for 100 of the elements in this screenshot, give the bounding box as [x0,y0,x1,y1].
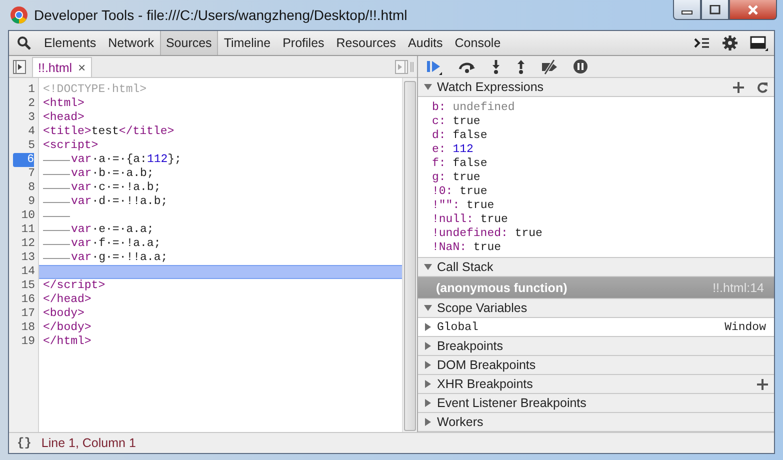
expand-triangle-icon[interactable] [424,361,432,369]
breakpoint-line-number[interactable]: 6 [13,153,34,167]
expand-triangle-icon[interactable] [424,323,432,331]
scrollbar-thumb[interactable] [404,81,416,431]
panel-tab[interactable]: Sources [160,31,218,55]
collapse-triangle-icon[interactable] [424,263,432,271]
section-title: Workers [437,415,484,429]
dock-icon[interactable] [750,35,768,51]
section-title: DOM Breakpoints [437,358,537,372]
line-number[interactable]: 7 [9,167,38,181]
line-number[interactable]: 2 [9,97,38,111]
section-title: Call Stack [437,260,494,274]
add-icon[interactable] [757,378,768,390]
deactivate-breakpoints-icon[interactable] [541,58,558,74]
step-into-icon[interactable] [491,59,501,74]
cursor-position: Line 1, Column 1 [41,436,136,450]
watch-expression: !undefined: true [432,227,544,241]
maximize-button[interactable] [701,0,729,20]
code-line: var·d·=·!!a.b; [71,195,168,209]
watch-expression: !"": true [432,199,496,213]
line-number[interactable]: 19 [9,335,38,349]
watch-expression: c: true [432,115,482,129]
panel-tab[interactable]: Console [448,31,507,55]
panel-tab[interactable]: Audits [402,31,449,55]
code-line: var·c·=·!a.b; [71,181,161,195]
close-tab-button[interactable]: × [78,60,86,75]
section-header[interactable]: Watch Expressions [418,78,774,97]
watch-expression: e: 112 [432,143,474,157]
line-number[interactable]: 15 [9,279,38,293]
line-number[interactable]: 18 [9,321,38,335]
navigator-toggle-icon[interactable] [13,60,26,74]
watch-expression: b: undefined [432,101,516,115]
pretty-print-button[interactable]: {} [17,436,32,450]
close-button[interactable] [729,0,777,20]
code-line: </script> [43,279,106,293]
line-number[interactable]: 17 [9,307,38,321]
section-title: Event Listener Breakpoints [437,396,588,410]
line-number[interactable]: 4 [9,125,38,139]
panel-tab[interactable]: Profiles [276,31,330,55]
code-line: var·e·=·a.a; [71,223,154,237]
line-number[interactable]: 10 [9,209,38,223]
line-number[interactable]: 16 [9,293,38,307]
pause-on-exceptions-icon[interactable] [573,59,588,74]
section-header[interactable]: Workers [418,413,774,432]
line-number[interactable]: 14 [9,265,38,279]
code-line: var·b·=·a.b; [71,167,154,181]
code-line: <!DOCTYPE·html> [43,83,147,97]
resume-icon[interactable] [426,58,443,74]
scope-value: Window [724,320,766,334]
line-number[interactable]: 13 [9,251,38,265]
settings-icon[interactable] [722,35,738,51]
section-title: Breakpoints [437,339,504,353]
code-line: <head> [43,111,84,125]
code-line: </head> [43,293,92,307]
expand-triangle-icon[interactable] [424,380,432,388]
debugger-toggle-icon[interactable] [395,60,415,74]
section-header[interactable]: Call Stack [418,258,774,277]
expand-triangle-icon[interactable] [424,342,432,350]
search-icon[interactable] [17,36,31,50]
console-drawer-icon[interactable] [694,37,710,49]
line-number[interactable]: 1 [9,83,38,97]
step-out-icon[interactable] [516,59,526,74]
code-line: var·a·=·{a:112}; [71,153,182,167]
code-line: var·g·=·!!a.a; [71,251,168,265]
expand-triangle-icon[interactable] [424,418,432,426]
code-line: <script> [43,139,98,153]
section-header[interactable]: DOM Breakpoints [418,356,774,375]
section-header[interactable]: XHR Breakpoints [418,375,774,394]
panel-tab[interactable]: Resources [330,31,402,55]
file-tab[interactable]: !!.html × [32,57,92,77]
panel-tab[interactable]: Network [102,31,160,55]
line-number[interactable]: 8 [9,181,38,195]
panel-tab[interactable]: Elements [38,31,102,55]
code-line: </body> [43,321,92,335]
section-title: Watch Expressions [437,80,545,94]
watch-expression: g: true [432,171,482,185]
panel-tab[interactable]: Timeline [218,31,277,55]
maximize-icon [709,4,721,14]
section-header[interactable]: Scope Variables [418,299,774,318]
line-number[interactable]: 3 [9,111,38,125]
collapse-triangle-icon[interactable] [424,304,432,312]
window-title: Developer Tools - file:///C:/Users/wangzheng/Desktop/!!.html [34,7,408,23]
expand-triangle-icon[interactable] [424,399,432,407]
section-title: XHR Breakpoints [437,377,534,391]
line-number[interactable]: 11 [9,223,38,237]
code-line: <html> [43,97,84,111]
minimize-button[interactable] [673,0,701,20]
line-number[interactable]: 5 [9,139,38,153]
section-title: Scope Variables [437,301,528,315]
collapse-triangle-icon[interactable] [424,83,432,91]
app-logo-icon [10,6,28,24]
watch-expression: d: false [432,129,488,143]
watch-expression: !NaN: true [432,241,502,255]
add-icon[interactable] [733,82,744,92]
line-number[interactable]: 9 [9,195,38,209]
section-header[interactable]: Event Listener Breakpoints [418,394,774,413]
refresh-icon[interactable] [757,82,768,92]
function-name: (anonymous function) [436,280,568,294]
line-number[interactable]: 12 [9,237,38,251]
section-header[interactable]: Breakpoints [418,337,774,356]
